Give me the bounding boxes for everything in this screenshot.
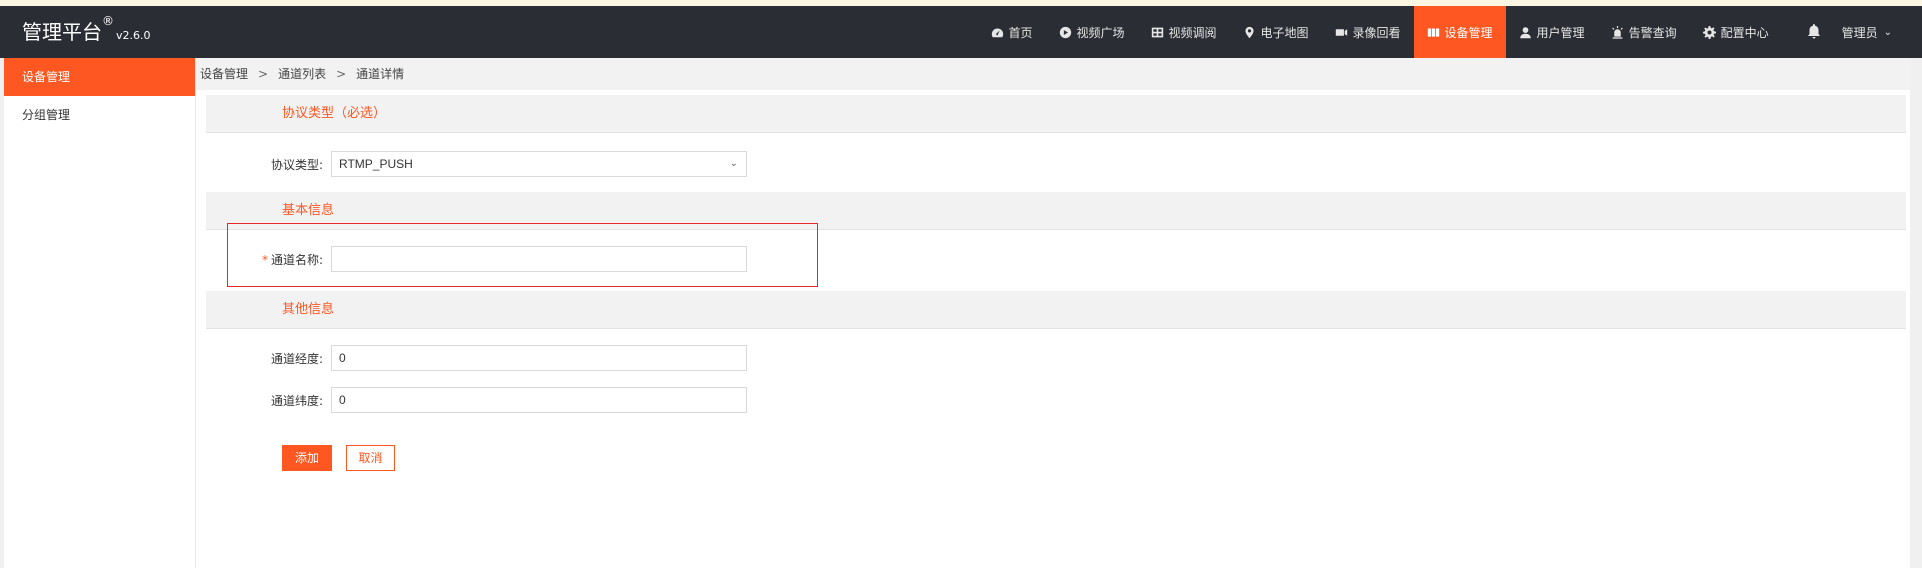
nav-playback[interactable]: 录像回看	[1322, 6, 1414, 58]
section-header-other: 其他信息	[206, 291, 1906, 329]
nav-home[interactable]: 首页	[977, 6, 1045, 58]
nav-home-label: 首页	[1008, 25, 1033, 40]
right-scroll-gutter	[1910, 58, 1922, 568]
nav-map-label: 电子地图	[1260, 25, 1309, 40]
latitude-label: 通道纬度:	[270, 393, 323, 408]
main-content: 设备管理 > 通道列表 > 通道详情 协议类型（必选） 协议类型: RTMP_PUSH …	[196, 58, 1922, 568]
sidebar-item-group-management[interactable]: 分组管理	[4, 96, 195, 134]
nav-user-management[interactable]: 用户管理	[1506, 6, 1598, 58]
protocol-selected-value: RTMP_PUSH	[339, 157, 413, 171]
grid-icon	[1150, 25, 1164, 39]
longitude-input[interactable]	[331, 345, 747, 371]
nav-video-view-label: 视频调阅	[1168, 25, 1217, 40]
chevron-down-icon: ⌄	[729, 158, 738, 169]
top-header: 管理平台®v2.6.0 首页 视频广场 视频调阅 电子地图 录像回看 设备管理	[0, 6, 1922, 58]
nav-user-management-label: 用户管理	[1536, 25, 1585, 40]
latitude-input[interactable]	[331, 387, 747, 413]
nav-device-management[interactable]: 设备管理	[1413, 6, 1506, 58]
nav-config-center-label: 配置中心	[1720, 25, 1769, 40]
user-icon	[1519, 25, 1533, 39]
nav-device-management-label: 设备管理	[1444, 25, 1493, 40]
location-pin-icon	[1243, 25, 1257, 39]
protocol-label: 协议类型:	[270, 157, 323, 172]
latitude-row: 通道纬度:	[206, 387, 747, 413]
sidebar-item-device-management[interactable]: 设备管理	[4, 58, 195, 96]
nav-map[interactable]: 电子地图	[1230, 6, 1322, 58]
play-circle-icon	[1058, 25, 1072, 39]
nav-alarm-query[interactable]: 告警查询	[1598, 6, 1690, 58]
section-header-protocol: 协议类型（必选）	[206, 95, 1906, 133]
video-camera-icon	[1335, 25, 1349, 39]
alarm-icon	[1611, 25, 1625, 39]
nav-video-square-label: 视频广场	[1076, 25, 1125, 40]
breadcrumb-separator: >	[258, 67, 269, 81]
gear-icon	[1703, 25, 1717, 39]
chevron-down-icon: ⌄	[1883, 26, 1892, 38]
dashboard-icon	[990, 25, 1004, 39]
longitude-row: 通道经度:	[206, 345, 747, 371]
device-icon	[1427, 25, 1441, 39]
highlight-box	[227, 223, 818, 287]
protocol-select[interactable]: RTMP_PUSH ⌄	[331, 151, 747, 177]
breadcrumb-item-channel-detail: 通道详情	[356, 67, 405, 81]
breadcrumb-item-device-management[interactable]: 设备管理	[200, 67, 248, 81]
app-logo: 管理平台®v2.6.0	[22, 14, 151, 45]
sidebar: 设备管理 分组管理	[0, 58, 196, 568]
add-button[interactable]: 添加	[282, 445, 332, 471]
breadcrumb-item-channel-list[interactable]: 通道列表	[278, 67, 326, 81]
main-nav: 首页 视频广场 视频调阅 电子地图 录像回看 设备管理 用户管理 告警查询 配置…	[977, 6, 1922, 58]
user-name: 管理员	[1841, 25, 1878, 40]
bell-icon	[1806, 23, 1822, 42]
notification-button[interactable]	[1782, 6, 1834, 58]
nav-config-center[interactable]: 配置中心	[1690, 6, 1782, 58]
nav-video-view[interactable]: 视频调阅	[1137, 6, 1229, 58]
nav-alarm-query-label: 告警查询	[1628, 25, 1677, 40]
protocol-row: 协议类型: RTMP_PUSH ⌄	[206, 151, 747, 177]
app-title: 管理平台	[22, 20, 102, 44]
longitude-label: 通道经度:	[270, 351, 323, 366]
nav-playback-label: 录像回看	[1352, 25, 1401, 40]
app-version: v2.6.0	[116, 29, 151, 42]
cancel-button[interactable]: 取消	[346, 445, 395, 471]
registered-mark: ®	[102, 14, 114, 29]
user-menu[interactable]: 管理员 ⌄	[1834, 6, 1922, 58]
breadcrumb-separator: >	[336, 67, 347, 81]
breadcrumb: 设备管理 > 通道列表 > 通道详情	[196, 58, 1922, 90]
nav-video-square[interactable]: 视频广场	[1045, 6, 1137, 58]
